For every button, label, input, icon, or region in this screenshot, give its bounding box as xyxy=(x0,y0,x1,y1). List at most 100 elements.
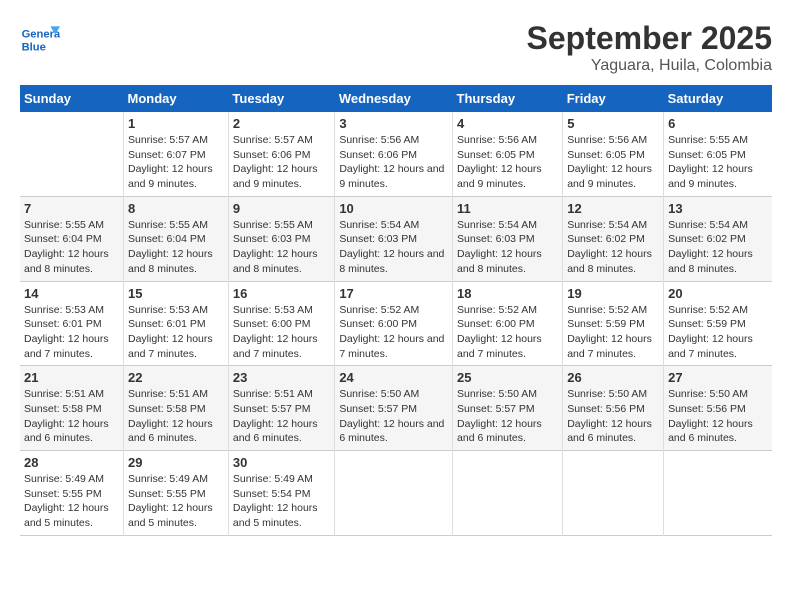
day-number: 22 xyxy=(128,370,224,385)
day-number: 13 xyxy=(668,201,768,216)
day-number: 20 xyxy=(668,286,768,301)
calendar-cell: 23 Sunrise: 5:51 AMSunset: 5:57 PMDayligh… xyxy=(228,366,334,451)
cell-info: Sunrise: 5:53 AMSunset: 6:01 PMDaylight:… xyxy=(24,303,119,362)
calendar-cell: 26 Sunrise: 5:50 AMSunset: 5:56 PMDayligh… xyxy=(563,366,664,451)
calendar-cell: 17Sunrise: 5:52 AMSunset: 6:00 PMDayligh… xyxy=(335,281,453,366)
cell-info: Sunrise: 5:49 AMSunset: 5:55 PMDaylight:… xyxy=(24,472,119,531)
calendar-cell: 20 Sunrise: 5:52 AMSunset: 5:59 PMDayligh… xyxy=(664,281,772,366)
calendar-cell xyxy=(453,451,563,536)
cell-info: Sunrise: 5:54 AMSunset: 6:02 PMDaylight:… xyxy=(567,218,659,277)
calendar-cell: 22 Sunrise: 5:51 AMSunset: 5:58 PMDayligh… xyxy=(124,366,229,451)
calendar-cell: 5 Sunrise: 5:56 AMSunset: 6:05 PMDaylight… xyxy=(563,112,664,196)
calendar-cell: 7Sunrise: 5:55 AMSunset: 6:04 PMDaylight… xyxy=(20,196,124,281)
day-number: 24 xyxy=(339,370,448,385)
header-tuesday: Tuesday xyxy=(228,85,334,112)
calendar-cell: 24 Sunrise: 5:50 AMSunset: 5:57 PMDayligh… xyxy=(335,366,453,451)
cell-info: Sunrise: 5:53 AMSunset: 6:01 PMDaylight:… xyxy=(128,303,224,362)
week-row-3: 14 Sunrise: 5:53 AMSunset: 6:01 PMDayligh… xyxy=(20,281,772,366)
cell-info: Sunrise: 5:52 AMSunset: 5:59 PMDaylight:… xyxy=(567,303,659,362)
cell-info: Sunrise: 5:53 AMSunset: 6:00 PMDaylight:… xyxy=(233,303,330,362)
week-row-2: 7 Sunrise: 5:55 AMSunset: 6:04 PMDaylight… xyxy=(20,196,772,281)
page-header: General Blue September 2025 Yaguara, Hui… xyxy=(20,20,772,75)
day-number: 17 xyxy=(339,286,448,301)
cell-info: Sunrise: 5:50 AMSunset: 5:57 PMDaylight:… xyxy=(339,387,448,446)
calendar-cell: 28 Sunrise: 5:49 AMSunset: 5:55 PMDayligh… xyxy=(20,451,124,536)
day-number: 19 xyxy=(567,286,659,301)
day-number: 27 xyxy=(668,370,768,385)
day-number: 5 xyxy=(567,116,659,131)
header-sunday: Sunday xyxy=(20,85,124,112)
calendar-cell: 19 Sunrise: 5:52 AMSunset: 5:59 PMDayligh… xyxy=(563,281,664,366)
cell-info: Sunrise: 5:50 AMSunset: 5:56 PMDaylight:… xyxy=(668,387,768,446)
cell-info: Sunrise: 5:49 AMSunset: 5:54 PMDaylight:… xyxy=(233,472,330,531)
calendar-cell: 25 Sunrise: 5:50 AMSunset: 5:57 PMDayligh… xyxy=(453,366,563,451)
day-number: 28 xyxy=(24,455,119,470)
day-number: 2 xyxy=(233,116,330,131)
day-number: 21 xyxy=(24,370,119,385)
svg-text:Blue: Blue xyxy=(22,41,46,53)
day-number: 14 xyxy=(24,286,119,301)
calendar-cell: 11Sunrise: 5:54 AMSunset: 6:03 PMDayligh… xyxy=(453,196,563,281)
day-number: 26 xyxy=(567,370,659,385)
calendar-cell: 6 Sunrise: 5:55 AMSunset: 6:05 PMDaylight… xyxy=(664,112,772,196)
week-row-1: 1 Sunrise: 5:57 AMSunset: 6:07 PMDaylight… xyxy=(20,112,772,196)
calendar-cell: 3Sunrise: 5:56 AMSunset: 6:06 PMDaylight… xyxy=(335,112,453,196)
header-wednesday: Wednesday xyxy=(335,85,453,112)
week-row-4: 21 Sunrise: 5:51 AMSunset: 5:58 PMDayligh… xyxy=(20,366,772,451)
cell-info: Sunrise: 5:56 AMSunset: 6:05 PMDaylight:… xyxy=(567,133,659,192)
calendar-cell xyxy=(664,451,772,536)
calendar-cell: 30 Sunrise: 5:49 AMSunset: 5:54 PMDayligh… xyxy=(228,451,334,536)
day-number: 11 xyxy=(457,201,558,216)
calendar-cell: 9 Sunrise: 5:55 AMSunset: 6:03 PMDaylight… xyxy=(228,196,334,281)
calendar-cell: 13 Sunrise: 5:54 AMSunset: 6:02 PMDayligh… xyxy=(664,196,772,281)
day-number: 6 xyxy=(668,116,768,131)
calendar-cell: 27 Sunrise: 5:50 AMSunset: 5:56 PMDayligh… xyxy=(664,366,772,451)
calendar-cell: 12Sunrise: 5:54 AMSunset: 6:02 PMDayligh… xyxy=(563,196,664,281)
day-number: 23 xyxy=(233,370,330,385)
cell-info: Sunrise: 5:56 AMSunset: 6:05 PMDaylight:… xyxy=(457,133,558,192)
day-number: 9 xyxy=(233,201,330,216)
day-number: 8 xyxy=(128,201,224,216)
day-number: 15 xyxy=(128,286,224,301)
header-monday: Monday xyxy=(124,85,229,112)
header-thursday: Thursday xyxy=(453,85,563,112)
day-number: 18 xyxy=(457,286,558,301)
day-number: 30 xyxy=(233,455,330,470)
calendar-title: September 2025 xyxy=(527,20,772,57)
logo: General Blue xyxy=(20,20,66,60)
cell-info: Sunrise: 5:51 AMSunset: 5:57 PMDaylight:… xyxy=(233,387,330,446)
day-number: 29 xyxy=(128,455,224,470)
calendar-table: SundayMondayTuesdayWednesdayThursdayFrid… xyxy=(20,85,772,536)
calendar-cell: 29 Sunrise: 5:49 AMSunset: 5:55 PMDayligh… xyxy=(124,451,229,536)
cell-info: Sunrise: 5:55 AMSunset: 6:05 PMDaylight:… xyxy=(668,133,768,192)
calendar-cell: 14 Sunrise: 5:53 AMSunset: 6:01 PMDayligh… xyxy=(20,281,124,366)
calendar-cell: 10 Sunrise: 5:54 AMSunset: 6:03 PMDayligh… xyxy=(335,196,453,281)
calendar-cell: 21 Sunrise: 5:51 AMSunset: 5:58 PMDayligh… xyxy=(20,366,124,451)
day-number: 25 xyxy=(457,370,558,385)
cell-info: Sunrise: 5:52 AMSunset: 5:59 PMDaylight:… xyxy=(668,303,768,362)
calendar-cell: 2Sunrise: 5:57 AMSunset: 6:06 PMDaylight… xyxy=(228,112,334,196)
title-block: September 2025 Yaguara, Huila, Colombia xyxy=(527,20,772,75)
cell-info: Sunrise: 5:54 AMSunset: 6:02 PMDaylight:… xyxy=(668,218,768,277)
cell-info: Sunrise: 5:55 AMSunset: 6:04 PMDaylight:… xyxy=(128,218,224,277)
day-number: 1 xyxy=(128,116,224,131)
cell-info: Sunrise: 5:49 AMSunset: 5:55 PMDaylight:… xyxy=(128,472,224,531)
day-number: 7 xyxy=(24,201,119,216)
cell-info: Sunrise: 5:55 AMSunset: 6:03 PMDaylight:… xyxy=(233,218,330,277)
day-header-row: SundayMondayTuesdayWednesdayThursdayFrid… xyxy=(20,85,772,112)
calendar-cell xyxy=(563,451,664,536)
cell-info: Sunrise: 5:56 AMSunset: 6:06 PMDaylight:… xyxy=(339,133,448,192)
calendar-cell xyxy=(20,112,124,196)
day-number: 10 xyxy=(339,201,448,216)
cell-info: Sunrise: 5:51 AMSunset: 5:58 PMDaylight:… xyxy=(24,387,119,446)
cell-info: Sunrise: 5:54 AMSunset: 6:03 PMDaylight:… xyxy=(339,218,448,277)
cell-info: Sunrise: 5:51 AMSunset: 5:58 PMDaylight:… xyxy=(128,387,224,446)
week-row-5: 28 Sunrise: 5:49 AMSunset: 5:55 PMDayligh… xyxy=(20,451,772,536)
cell-info: Sunrise: 5:50 AMSunset: 5:56 PMDaylight:… xyxy=(567,387,659,446)
cell-info: Sunrise: 5:52 AMSunset: 6:00 PMDaylight:… xyxy=(457,303,558,362)
calendar-subtitle: Yaguara, Huila, Colombia xyxy=(527,57,772,75)
cell-info: Sunrise: 5:57 AMSunset: 6:07 PMDaylight:… xyxy=(128,133,224,192)
cell-info: Sunrise: 5:50 AMSunset: 5:57 PMDaylight:… xyxy=(457,387,558,446)
day-number: 4 xyxy=(457,116,558,131)
header-friday: Friday xyxy=(563,85,664,112)
